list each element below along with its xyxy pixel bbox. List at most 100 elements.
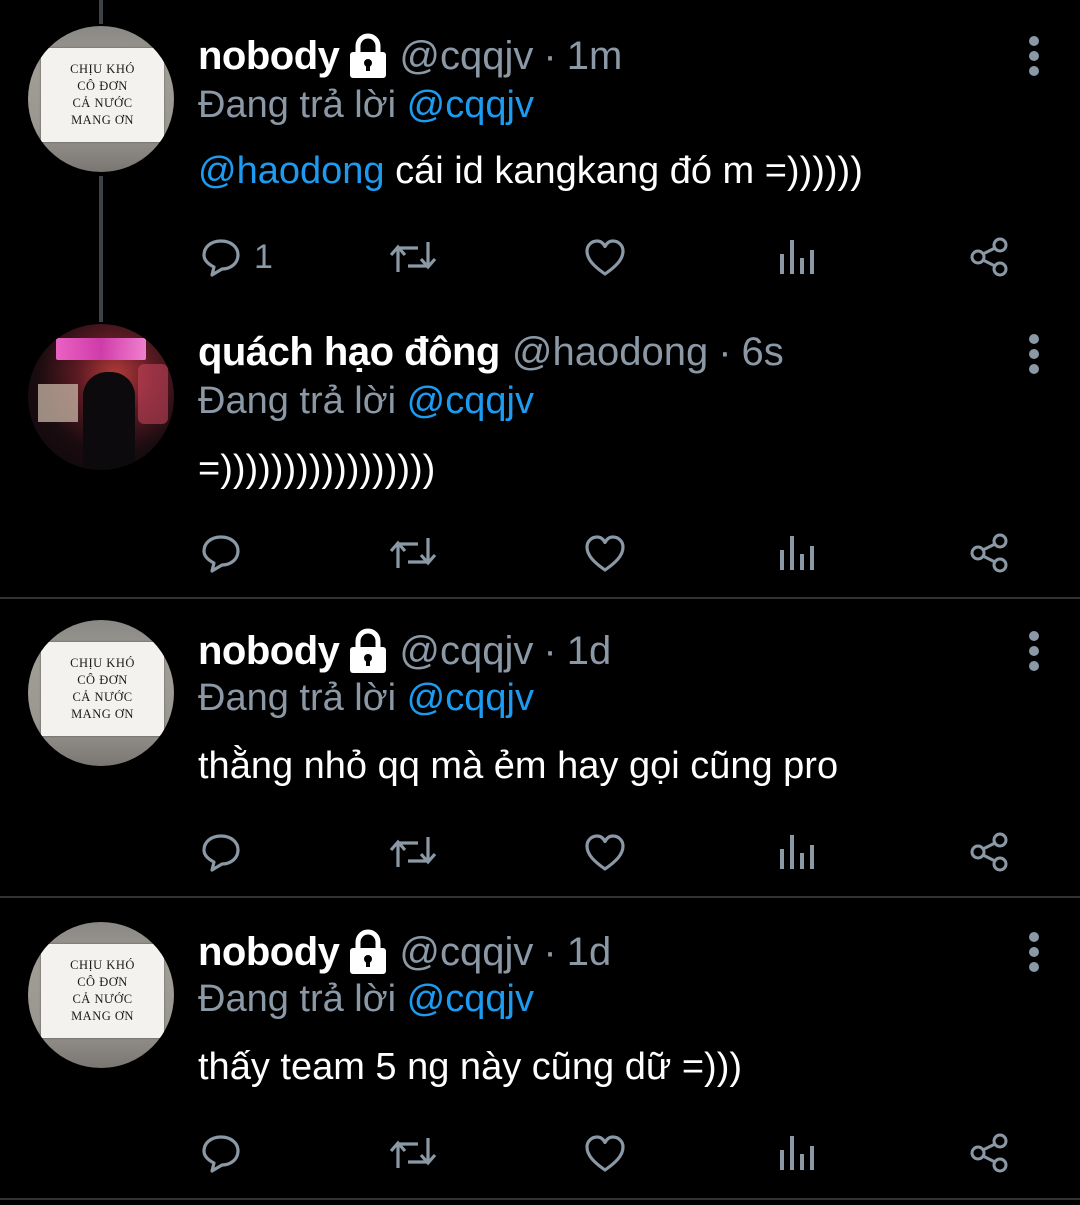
tweet[interactable]: CHỊU KHÓ CÔ ĐƠN CẢ NƯỚC MANG ƠN nobody @… bbox=[0, 898, 1080, 1198]
share-icon bbox=[968, 236, 1010, 278]
display-name[interactable]: nobody bbox=[198, 930, 340, 975]
display-name[interactable]: nobody bbox=[198, 629, 340, 674]
analytics-button[interactable] bbox=[778, 532, 818, 574]
divider bbox=[0, 1198, 1080, 1200]
tweet-text: =))))))))))))))))) bbox=[198, 448, 435, 491]
text-content: thấy team 5 ng này cũng dữ =))) bbox=[198, 1046, 743, 1088]
user-handle[interactable]: @cqqjv bbox=[399, 930, 533, 975]
note-line: CẢ NƯỚC bbox=[72, 690, 133, 704]
avatar-note-paper: CHỊU KHÓ CÔ ĐƠN CẢ NƯỚC MANG ƠN bbox=[41, 944, 164, 1038]
more-icon[interactable] bbox=[1028, 631, 1040, 673]
replying-mention[interactable]: @cqqjv bbox=[407, 978, 534, 1020]
more-icon[interactable] bbox=[1028, 334, 1040, 376]
display-name[interactable]: quách hạo đông bbox=[198, 330, 500, 375]
tweet-text: thấy team 5 ng này cũng dữ =))) bbox=[198, 1046, 742, 1089]
tweet-text: thằng nhỏ qq mà ẻm hay gọi cũng pro bbox=[198, 745, 838, 788]
reply-button[interactable] bbox=[200, 1132, 254, 1174]
reply-icon bbox=[200, 831, 242, 873]
share-button[interactable] bbox=[968, 831, 1010, 873]
timestamp[interactable]: 1m bbox=[567, 34, 623, 79]
tweet-header: nobody @cqqjv · 1m bbox=[198, 30, 622, 82]
analytics-button[interactable] bbox=[778, 831, 818, 873]
tweet[interactable]: quách hạo đông @haodong · 6s Đang trả lờ… bbox=[0, 300, 1080, 596]
avatar[interactable]: CHỊU KHÓ CÔ ĐƠN CẢ NƯỚC MANG ƠN bbox=[28, 26, 174, 172]
note-line: MANG ƠN bbox=[71, 1009, 134, 1023]
analytics-icon bbox=[778, 1132, 818, 1174]
avatar-photo-people bbox=[83, 372, 135, 470]
replying-label: Đang trả lời bbox=[198, 978, 397, 1020]
share-icon bbox=[968, 532, 1010, 574]
like-button[interactable] bbox=[583, 1132, 627, 1174]
reply-button[interactable]: 1 bbox=[200, 236, 273, 278]
user-handle[interactable]: @cqqjv bbox=[399, 629, 533, 674]
analytics-button[interactable] bbox=[778, 236, 818, 278]
lock-icon bbox=[347, 929, 389, 975]
separator-dot: · bbox=[543, 33, 557, 78]
retweet-button[interactable] bbox=[388, 532, 438, 574]
note-line: CHỊU KHÓ bbox=[70, 656, 135, 670]
tweet[interactable]: CHỊU KHÓ CÔ ĐƠN CẢ NƯỚC MANG ƠN nobody @… bbox=[0, 599, 1080, 896]
avatar[interactable]: CHỊU KHÓ CÔ ĐƠN CẢ NƯỚC MANG ƠN bbox=[28, 620, 174, 766]
like-button[interactable] bbox=[583, 831, 627, 873]
replying-mention[interactable]: @cqqjv bbox=[407, 84, 534, 126]
replying-label: Đang trả lời bbox=[198, 84, 397, 126]
note-line: CẢ NƯỚC bbox=[72, 992, 133, 1006]
replying-mention[interactable]: @cqqjv bbox=[407, 380, 534, 422]
user-handle[interactable]: @haodong bbox=[512, 330, 708, 375]
like-icon bbox=[583, 831, 627, 873]
timestamp[interactable]: 1d bbox=[567, 930, 612, 975]
share-icon bbox=[968, 1132, 1010, 1174]
share-button[interactable] bbox=[968, 532, 1010, 574]
user-handle[interactable]: @cqqjv bbox=[399, 34, 533, 79]
note-line: CHỊU KHÓ bbox=[70, 958, 135, 972]
avatar-note-paper: CHỊU KHÓ CÔ ĐƠN CẢ NƯỚC MANG ƠN bbox=[41, 48, 164, 142]
like-icon bbox=[583, 532, 627, 574]
lock-icon bbox=[347, 628, 389, 674]
avatar-photo-window bbox=[38, 384, 78, 422]
replying-to: Đang trả lời @cqqjv bbox=[198, 84, 534, 127]
more-icon[interactable] bbox=[1028, 36, 1040, 78]
replying-to: Đang trả lời @cqqjv bbox=[198, 677, 534, 720]
display-name[interactable]: nobody bbox=[198, 34, 340, 79]
like-button[interactable] bbox=[583, 236, 627, 278]
more-icon[interactable] bbox=[1028, 932, 1040, 974]
replying-mention[interactable]: @cqqjv bbox=[407, 677, 534, 719]
retweet-icon bbox=[388, 831, 438, 873]
retweet-button[interactable] bbox=[388, 236, 438, 278]
note-line: CÔ ĐƠN bbox=[77, 975, 128, 989]
replying-to: Đang trả lời @cqqjv bbox=[198, 978, 534, 1021]
share-button[interactable] bbox=[968, 1132, 1010, 1174]
like-icon bbox=[583, 1132, 627, 1174]
avatar[interactable]: CHỊU KHÓ CÔ ĐƠN CẢ NƯỚC MANG ƠN bbox=[28, 922, 174, 1068]
note-line: MANG ƠN bbox=[71, 707, 134, 721]
reply-button[interactable] bbox=[200, 532, 254, 574]
avatar-photo-sign bbox=[56, 338, 146, 360]
reply-count: 1 bbox=[254, 237, 273, 276]
retweet-button[interactable] bbox=[388, 1132, 438, 1174]
retweet-icon bbox=[388, 236, 438, 278]
timestamp[interactable]: 1d bbox=[567, 629, 612, 674]
retweet-button[interactable] bbox=[388, 831, 438, 873]
tweet[interactable]: CHỊU KHÓ CÔ ĐƠN CẢ NƯỚC MANG ƠN nobody @… bbox=[0, 0, 1080, 300]
reply-icon bbox=[200, 236, 242, 278]
text-content: thằng nhỏ qq mà ẻm hay gọi cũng pro bbox=[198, 745, 839, 787]
retweet-icon bbox=[388, 1132, 438, 1174]
reply-icon bbox=[200, 1132, 242, 1174]
note-line: CÔ ĐƠN bbox=[77, 79, 128, 93]
avatar[interactable] bbox=[28, 324, 174, 470]
note-line: CẢ NƯỚC bbox=[72, 96, 133, 110]
text-mention[interactable]: @haodong bbox=[198, 150, 385, 192]
separator-dot: · bbox=[543, 929, 557, 974]
share-button[interactable] bbox=[968, 236, 1010, 278]
note-line: CHỊU KHÓ bbox=[70, 62, 135, 76]
timestamp[interactable]: 6s bbox=[742, 330, 784, 375]
tweet-header: nobody @cqqjv · 1d bbox=[198, 625, 611, 677]
analytics-button[interactable] bbox=[778, 1132, 818, 1174]
like-icon bbox=[583, 236, 627, 278]
separator-dot: · bbox=[718, 329, 732, 374]
reply-button[interactable] bbox=[200, 831, 254, 873]
analytics-icon bbox=[778, 532, 818, 574]
like-button[interactable] bbox=[583, 532, 627, 574]
replying-label: Đang trả lời bbox=[198, 677, 397, 719]
text-content: =))))))))))))))))) bbox=[198, 448, 436, 490]
